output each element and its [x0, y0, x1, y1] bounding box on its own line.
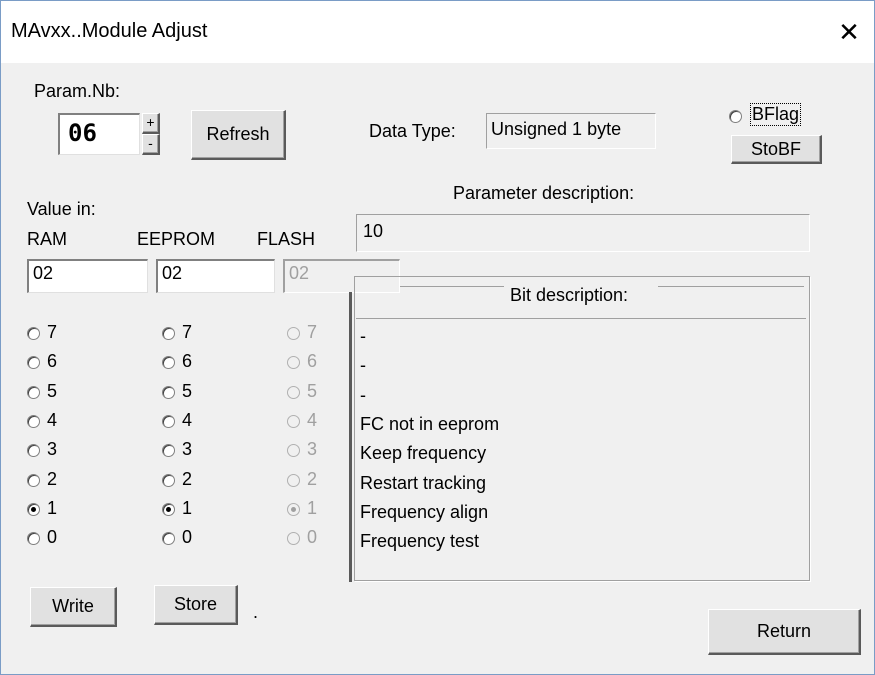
param-decrement-button[interactable]: - [142, 134, 160, 155]
eeprom-bit-radio[interactable] [162, 386, 175, 399]
refresh-button[interactable]: Refresh [191, 110, 286, 160]
ram-bit-label: 0 [47, 527, 58, 547]
bit-description-label: Bit description: [506, 285, 633, 306]
ram-bit-label: 2 [47, 469, 58, 489]
close-icon[interactable]: ✕ [832, 15, 866, 49]
flash-bit-label: 7 [307, 322, 318, 342]
flash-bit-label: 4 [307, 410, 318, 430]
flash-bit-radio [287, 474, 300, 487]
window-title: MAvxx..Module Adjust [11, 20, 208, 42]
eeprom-value-input[interactable]: 02 [156, 259, 275, 293]
write-button[interactable]: Write [30, 587, 117, 627]
eeprom-bit-label: 0 [182, 527, 193, 547]
group-line-left [400, 286, 504, 287]
eeprom-bit-label: 2 [182, 469, 193, 489]
ram-bit-label: 1 [47, 498, 58, 518]
parameter-description-label: Parameter description: [453, 183, 635, 203]
eeprom-bit-label: 3 [182, 439, 193, 459]
eeprom-bit-label: 7 [182, 322, 193, 342]
param-nb-label: Param.Nb: [34, 81, 121, 101]
eeprom-bit-radio[interactable] [162, 327, 175, 340]
column-separator [349, 292, 352, 582]
eeprom-bit-label: 5 [182, 381, 193, 401]
flash-bit-label: 2 [307, 469, 318, 489]
bit-list-top-line [356, 318, 806, 319]
eeprom-bit-radio[interactable] [162, 356, 175, 369]
flash-bit-label: 3 [307, 439, 318, 459]
eeprom-bit-radio[interactable] [162, 474, 175, 487]
eeprom-bit-label: 6 [182, 351, 193, 371]
ram-bit-radio[interactable] [27, 327, 40, 340]
bflag-label[interactable]: BFlag [749, 103, 802, 126]
ram-bit-label: 6 [47, 351, 58, 371]
flash-bit-radio [287, 356, 300, 369]
bit-description-row: - [360, 385, 366, 405]
eeprom-bit-radio[interactable] [162, 532, 175, 545]
value-in-label: Value in: [27, 199, 96, 219]
store-button[interactable]: Store [154, 585, 238, 625]
stobf-button[interactable]: StoBF [731, 135, 822, 164]
flash-bit-label: 6 [307, 351, 318, 371]
eeprom-bit-radio[interactable] [162, 503, 175, 516]
ram-bit-label: 5 [47, 381, 58, 401]
bit-description-row: - [360, 355, 366, 375]
eeprom-label: EEPROM [137, 229, 216, 249]
data-type-value: Unsigned 1 byte [486, 113, 656, 149]
eeprom-bit-radio[interactable] [162, 415, 175, 428]
ram-label: RAM [27, 229, 67, 249]
param-nb-input[interactable]: 06 [58, 113, 140, 155]
bit-description-row: Restart tracking [360, 473, 487, 493]
bit-description-row: - [360, 326, 366, 346]
eeprom-bit-label: 1 [182, 498, 193, 518]
data-type-label: Data Type: [369, 121, 456, 141]
status-dot: . [253, 602, 259, 622]
bit-description-row: Frequency align [360, 502, 489, 522]
flash-bit-radio [287, 415, 300, 428]
ram-bit-radio[interactable] [27, 415, 40, 428]
bit-description-row: FC not in eeprom [360, 414, 500, 434]
param-increment-button[interactable]: + [142, 113, 160, 134]
eeprom-bit-radio[interactable] [162, 444, 175, 457]
title-bar: MAvxx..Module Adjust ✕ [1, 1, 874, 63]
ram-bit-radio[interactable] [27, 474, 40, 487]
flash-bit-label: 0 [307, 527, 318, 547]
flash-bit-label: 1 [307, 498, 318, 518]
ram-bit-label: 7 [47, 322, 58, 342]
ram-bit-radio[interactable] [27, 532, 40, 545]
flash-bit-radio [287, 327, 300, 340]
ram-bit-radio[interactable] [27, 386, 40, 399]
parameter-description-field: 10 [356, 214, 810, 252]
ram-bit-radio[interactable] [27, 503, 40, 516]
bflag-radio[interactable] [729, 110, 742, 123]
flash-bit-radio [287, 503, 300, 516]
ram-bit-label: 3 [47, 439, 58, 459]
flash-bit-label: 5 [307, 381, 318, 401]
bit-description-row: Keep frequency [360, 443, 487, 463]
ram-bit-radio[interactable] [27, 444, 40, 457]
flash-bit-radio [287, 386, 300, 399]
ram-value-input[interactable]: 02 [27, 259, 148, 293]
flash-bit-radio [287, 444, 300, 457]
group-line-right [658, 286, 804, 287]
bit-description-row: Frequency test [360, 531, 480, 551]
return-button[interactable]: Return [708, 609, 861, 655]
flash-label: FLASH [257, 229, 316, 249]
eeprom-bit-label: 4 [182, 410, 193, 430]
ram-bit-label: 4 [47, 410, 58, 430]
flash-bit-radio [287, 532, 300, 545]
ram-bit-radio[interactable] [27, 356, 40, 369]
